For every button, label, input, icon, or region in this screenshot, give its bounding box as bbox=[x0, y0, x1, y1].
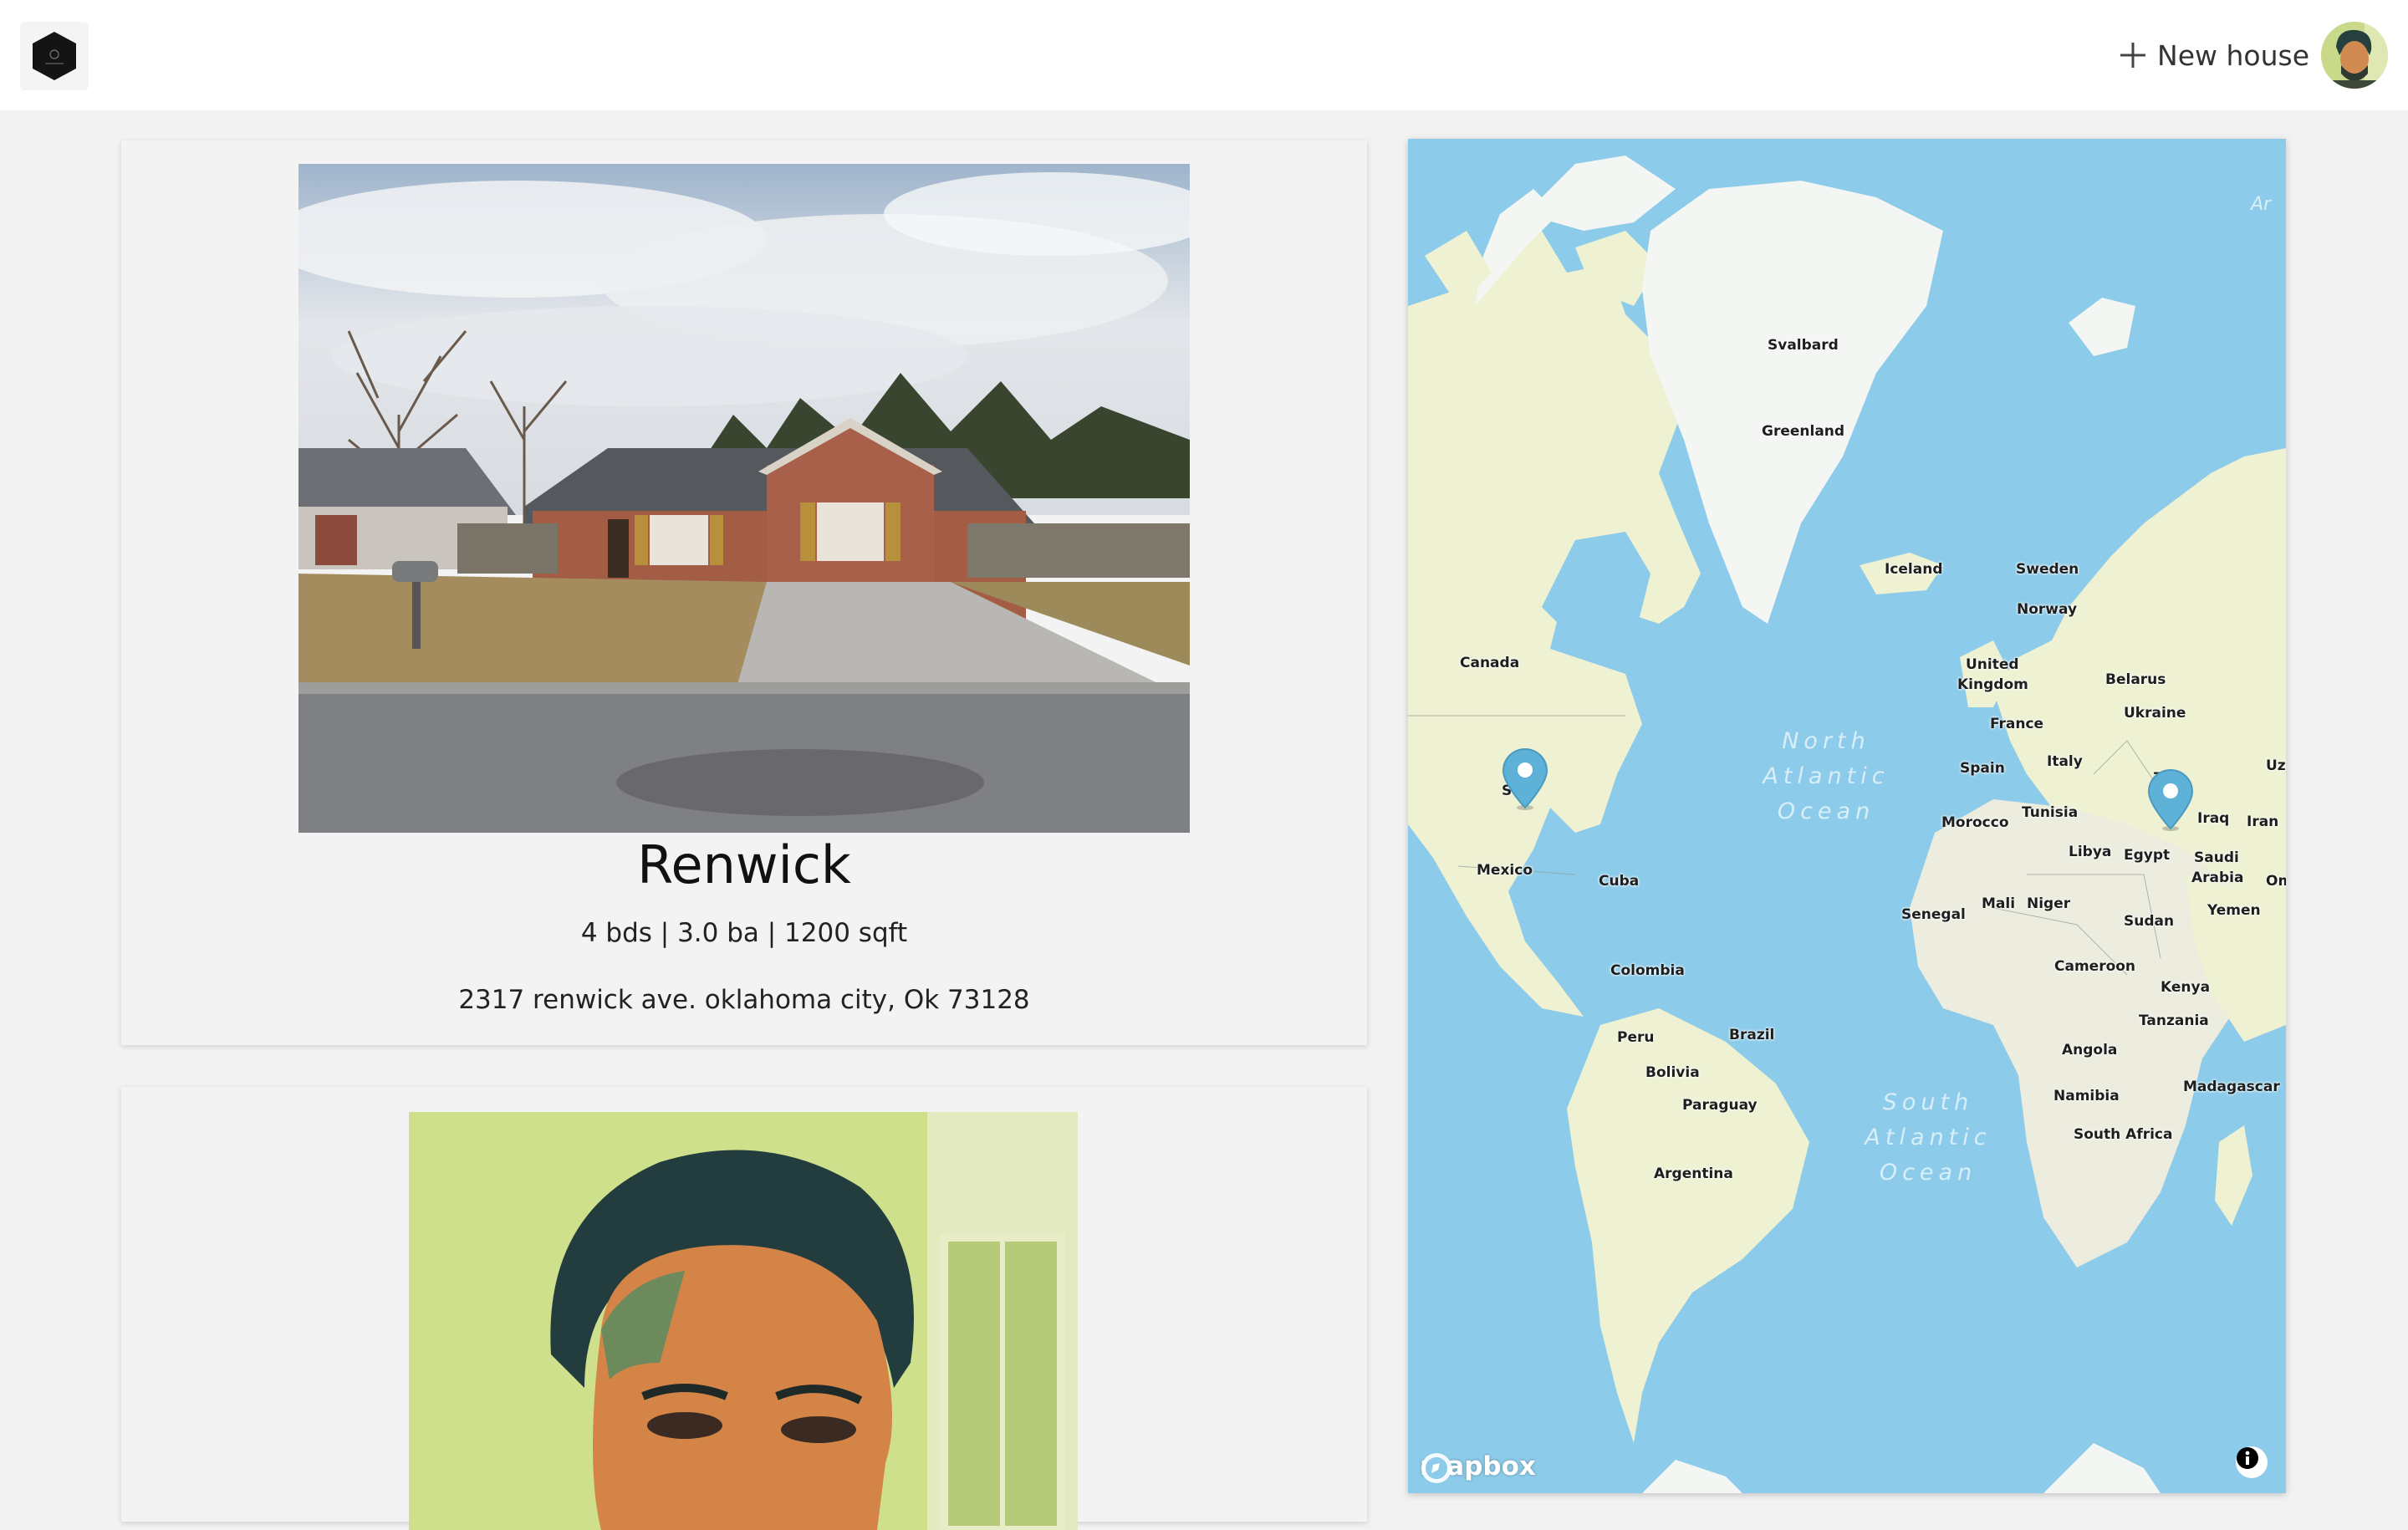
mapbox-icon bbox=[1421, 1453, 1451, 1483]
map-marker-pin-icon[interactable] bbox=[2146, 768, 2195, 832]
ocean-label-south-atlantic: South Atlantic Ocean bbox=[1853, 1085, 2003, 1191]
map-label-namibia: Namibia bbox=[2053, 1088, 2120, 1104]
map-label-morocco: Morocco bbox=[1941, 814, 2009, 831]
map-label-norway: Norway bbox=[2017, 601, 2078, 618]
info-icon bbox=[2237, 1447, 2258, 1469]
map-label-uz: Uz bbox=[2266, 757, 2286, 774]
plus-icon bbox=[2120, 43, 2146, 68]
map-label-spain: Spain bbox=[1960, 760, 2005, 777]
house-title: Renwick bbox=[637, 834, 851, 895]
map-label-yemen: Yemen bbox=[2207, 902, 2261, 919]
app-logo[interactable] bbox=[20, 22, 89, 90]
map-label-angola: Angola bbox=[2062, 1042, 2118, 1058]
map-label-cameroon: Cameroon bbox=[2054, 958, 2136, 975]
map-label-kenya: Kenya bbox=[2161, 979, 2211, 996]
ocean-label-north-atlantic: North Atlantic Ocean bbox=[1751, 724, 1901, 829]
ocean-word: Atlantic bbox=[1865, 1124, 1992, 1150]
map-label-argentina: Argentina bbox=[1654, 1165, 1733, 1182]
avatar-image bbox=[2321, 22, 2388, 89]
user-avatar[interactable] bbox=[2321, 22, 2388, 89]
map-label-ukraine: Ukraine bbox=[2124, 705, 2186, 722]
map-marker-pin-icon[interactable] bbox=[1501, 747, 1549, 811]
house-stats: 4 bds | 3.0 ba | 1200 sqft bbox=[580, 918, 908, 948]
house-photo bbox=[409, 1112, 1078, 1530]
map-label-saudi: Saudi bbox=[2194, 849, 2239, 866]
map-label-svalbard: Svalbard bbox=[1768, 337, 1839, 354]
map-label-tanzania: Tanzania bbox=[2139, 1012, 2209, 1029]
map-label-tunisia: Tunisia bbox=[2022, 804, 2079, 821]
house-photo bbox=[298, 164, 1190, 833]
map-label-cuba: Cuba bbox=[1599, 873, 1640, 890]
hexagon-logo-icon bbox=[33, 32, 76, 80]
map-label-italy: Italy bbox=[2047, 753, 2083, 770]
map-label-mexico: Mexico bbox=[1477, 862, 1533, 879]
map-label-arctic: Ar bbox=[2251, 194, 2272, 215]
ocean-word: Ocean bbox=[1879, 1159, 1977, 1186]
house-card[interactable]: Renwick 4 bds | 3.0 ba | 1200 sqft 2317 … bbox=[121, 140, 1367, 1045]
map-label-belarus: Belarus bbox=[2105, 671, 2166, 688]
map-label-oman: Oma bbox=[2266, 873, 2286, 890]
map-label-canada: Canada bbox=[1460, 655, 1520, 671]
map-label-south-africa: South Africa bbox=[2074, 1126, 2173, 1143]
map-info-button[interactable] bbox=[2236, 1446, 2268, 1478]
map-label-sudan: Sudan bbox=[2124, 913, 2175, 930]
map-label-iran: Iran bbox=[2247, 813, 2279, 830]
map-label-iraq: Iraq bbox=[2197, 810, 2230, 827]
map-label-sweden: Sweden bbox=[2016, 561, 2079, 578]
new-house-button[interactable]: New house bbox=[2117, 33, 2309, 77]
top-navbar: New house bbox=[0, 0, 2408, 110]
house-card[interactable] bbox=[121, 1087, 1367, 1530]
ocean-word: Ocean bbox=[1777, 798, 1875, 824]
map-label-paraguay: Paraguay bbox=[1682, 1097, 1758, 1114]
mapbox-logo[interactable]: mapbox bbox=[1420, 1451, 1536, 1483]
map-label-libya: Libya bbox=[2069, 844, 2112, 860]
map-label-arabia: Arabia bbox=[2191, 870, 2244, 886]
map-label-france: France bbox=[1990, 716, 2044, 732]
house-address: 2317 renwick ave. oklahoma city, Ok 7312… bbox=[458, 985, 1030, 1015]
map-label-bolivia: Bolivia bbox=[1645, 1064, 1700, 1081]
map-label-egypt: Egypt bbox=[2124, 847, 2171, 864]
new-house-label: New house bbox=[2157, 38, 2309, 72]
map-label-madagascar: Madagascar bbox=[2183, 1079, 2280, 1095]
map-label-kingdom: Kingdom bbox=[1957, 676, 2028, 693]
map-label-mali: Mali bbox=[1982, 895, 2016, 912]
map-label-greenland: Greenland bbox=[1762, 423, 1845, 440]
ocean-word: North bbox=[1782, 728, 1870, 754]
map-label-colombia: Colombia bbox=[1610, 962, 1685, 979]
map-label-niger: Niger bbox=[2027, 895, 2071, 912]
map-label-brazil: Brazil bbox=[1729, 1027, 1775, 1043]
ocean-word: Atlantic bbox=[1763, 762, 1890, 789]
world-map[interactable]: Svalbard Greenland Iceland Sweden Norway… bbox=[1408, 139, 2286, 1493]
map-label-iceland: Iceland bbox=[1885, 561, 1943, 578]
map-label-united: United bbox=[1966, 656, 2019, 673]
map-label-peru: Peru bbox=[1617, 1029, 1655, 1046]
map-label-senegal: Senegal bbox=[1901, 906, 1966, 923]
ocean-word: South bbox=[1882, 1089, 1974, 1115]
